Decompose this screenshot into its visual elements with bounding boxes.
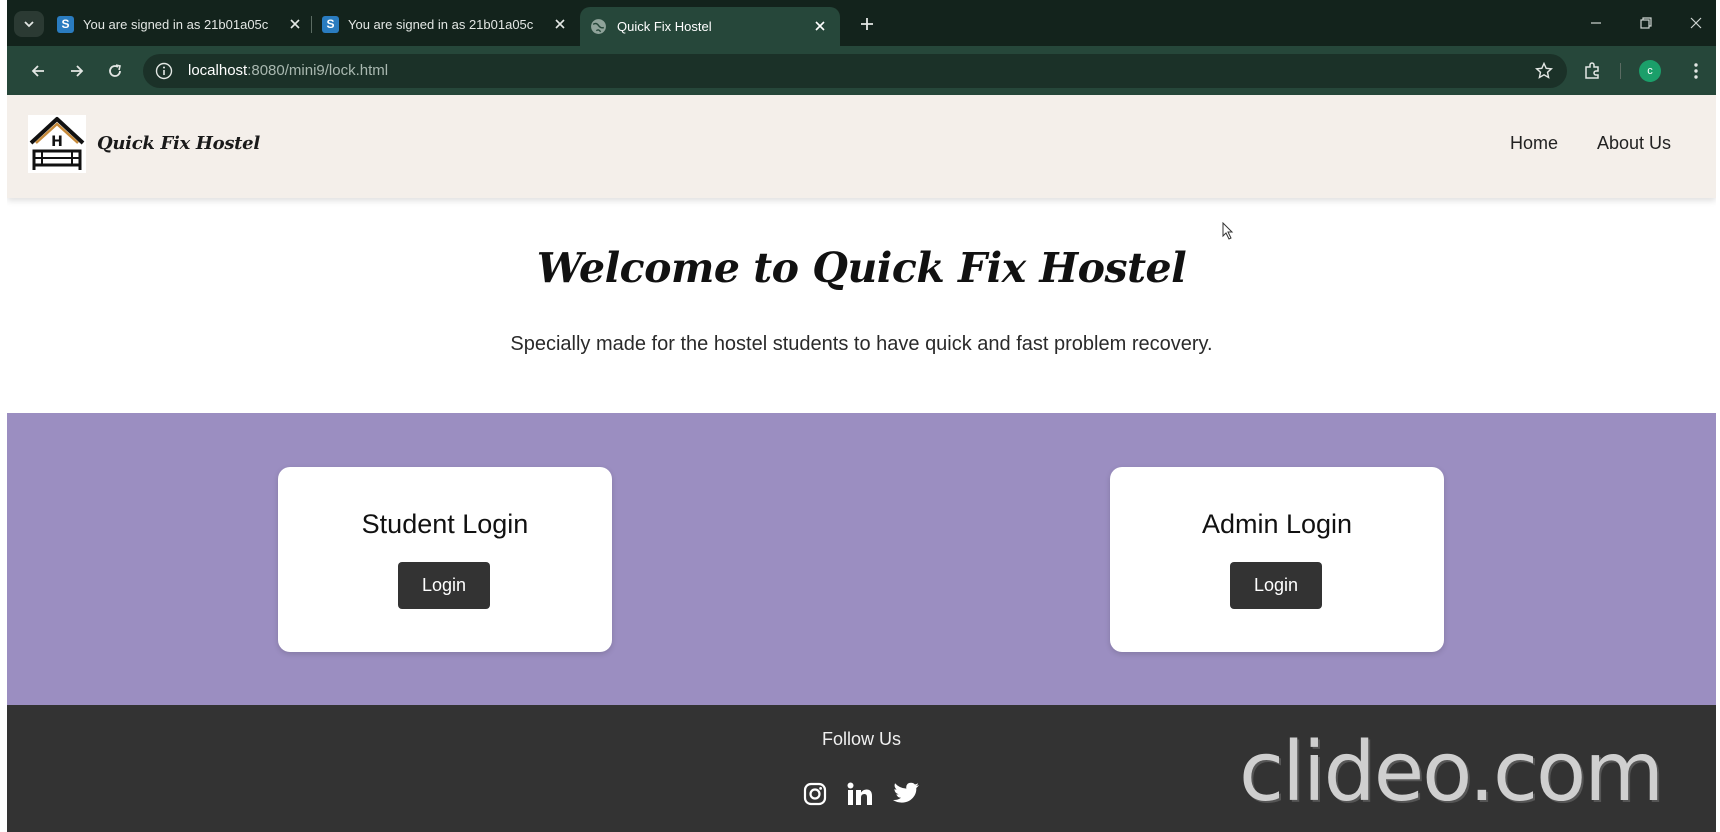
reload-button[interactable] <box>102 58 128 84</box>
url-host: localhost <box>188 62 248 79</box>
nav-home-link[interactable]: Home <box>1510 133 1558 154</box>
minimize-icon <box>1591 22 1601 24</box>
student-login-button[interactable]: Login <box>398 562 490 609</box>
hostel-logo-icon[interactable]: H <box>28 115 86 173</box>
watermark-text: clideo.com <box>1239 725 1664 820</box>
tab-title: You are signed in as 21b01a05c <box>348 16 534 32</box>
profile-avatar[interactable]: c <box>1639 60 1661 82</box>
svg-text:H: H <box>51 134 63 150</box>
extensions-button[interactable] <box>1579 58 1605 84</box>
brand-name[interactable]: Quick Fix Hostel <box>97 133 260 154</box>
page-title: Welcome to Quick Fix Hostel <box>536 244 1187 292</box>
tab-close-icon[interactable] <box>810 16 830 36</box>
globe-icon <box>591 19 606 34</box>
chevron-down-icon <box>24 21 34 28</box>
linkedin-link[interactable] <box>846 780 874 808</box>
twitter-link[interactable] <box>892 780 920 808</box>
admin-login-button[interactable]: Login <box>1230 562 1322 609</box>
forward-button[interactable] <box>64 58 90 84</box>
url-path: :8080/mini9/lock.html <box>247 62 389 79</box>
instagram-icon <box>803 782 827 806</box>
bookmark-star-icon[interactable] <box>1535 62 1553 80</box>
nav-about-link[interactable]: About Us <box>1597 133 1671 154</box>
arrow-right-icon <box>71 65 84 77</box>
site-footer: Follow Us clideo.com <box>7 705 1716 832</box>
linkedin-icon <box>847 782 872 805</box>
close-icon <box>1690 17 1702 29</box>
tab-separator <box>311 16 312 33</box>
screen: S You are signed in as 21b01a05c S You a… <box>7 0 1716 832</box>
browser-menu-button[interactable] <box>1685 58 1707 84</box>
site-header: H Quick Fix Hostel Home About Us <box>7 95 1716 198</box>
site-favicon-icon: S <box>322 15 339 33</box>
address-bar[interactable]: localhost:8080/mini9/lock.html <box>143 54 1567 88</box>
browser-tab-1[interactable]: S You are signed in as 21b01a05c <box>57 9 311 39</box>
browser-tab-bar: S You are signed in as 21b01a05c S You a… <box>7 0 1716 46</box>
arrow-left-icon <box>31 65 44 77</box>
login-section: Student Login Login Admin Login Login <box>7 413 1716 705</box>
browser-tab-active[interactable]: Quick Fix Hostel <box>580 7 840 46</box>
tab-close-icon[interactable] <box>285 14 305 34</box>
tab-title: Quick Fix Hostel <box>617 19 712 34</box>
puzzle-icon <box>1585 62 1599 79</box>
twitter-icon <box>893 782 919 803</box>
url-text[interactable]: localhost:8080/mini9/lock.html <box>188 62 388 79</box>
back-button[interactable] <box>25 58 51 84</box>
tab-close-icon[interactable] <box>550 14 570 34</box>
reload-icon <box>109 64 121 77</box>
admin-login-card: Admin Login Login <box>1110 467 1444 652</box>
tab-search-button[interactable] <box>14 11 44 37</box>
student-login-title: Student Login <box>361 509 529 539</box>
plus-icon <box>861 18 873 30</box>
minimize-button[interactable] <box>1581 10 1611 36</box>
admin-login-title: Admin Login <box>1201 509 1353 539</box>
info-icon[interactable] <box>155 62 173 80</box>
toolbar-separator <box>1620 63 1621 79</box>
restore-icon <box>1640 17 1652 29</box>
site-favicon-icon: S <box>57 15 74 33</box>
new-tab-button[interactable] <box>854 11 880 37</box>
mouse-cursor-icon <box>1222 222 1234 240</box>
tab-title: You are signed in as 21b01a05c <box>83 16 269 32</box>
kebab-menu-icon <box>1694 63 1698 79</box>
instagram-link[interactable] <box>801 780 829 808</box>
student-login-card: Student Login Login <box>278 467 612 652</box>
restore-button[interactable] <box>1631 10 1661 36</box>
close-window-button[interactable] <box>1681 10 1711 36</box>
page-subtitle: Specially made for the hostel students t… <box>510 333 1213 355</box>
browser-toolbar: localhost:8080/mini9/lock.html c <box>7 46 1716 95</box>
browser-tab-2[interactable]: S You are signed in as 21b01a05c <box>322 9 576 39</box>
